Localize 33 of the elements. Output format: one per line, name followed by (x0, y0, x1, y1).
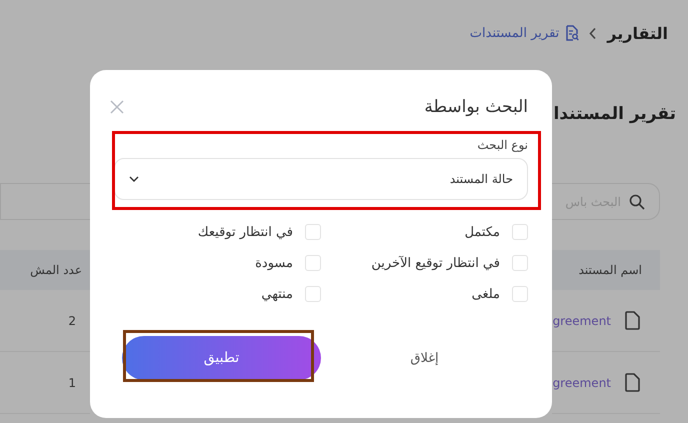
checkbox[interactable] (305, 286, 321, 302)
column-header: عدد المش (30, 263, 82, 277)
document-link[interactable]: greement (552, 376, 611, 390)
select-field[interactable]: حالة المستند (114, 158, 528, 200)
search-icon (629, 194, 645, 210)
chevron-down-icon (129, 176, 139, 182)
breadcrumb-current[interactable]: تقرير المستندات (470, 26, 560, 40)
apply-button[interactable]: تطبيق (122, 336, 321, 380)
column-header: اسم المستند (578, 263, 642, 277)
checkbox[interactable] (512, 224, 528, 240)
dialog-title: البحث بواسطة (424, 97, 528, 117)
close-text-button[interactable]: إغلاق (321, 336, 528, 380)
checkbox[interactable] (305, 224, 321, 240)
breadcrumb-link[interactable]: التقارير (607, 24, 668, 42)
checkbox[interactable] (512, 286, 528, 302)
chevron-icon (589, 26, 598, 40)
file-icon (625, 373, 640, 392)
checkbox-label: مسودة (255, 256, 293, 270)
table-cell: 2 (68, 314, 76, 328)
checkbox-label: مكتمل (464, 224, 500, 240)
file-icon (625, 311, 640, 330)
checkbox-label: في انتظار توقيع الآخرين (371, 256, 500, 270)
document-link[interactable]: greement (552, 314, 611, 328)
document-search-icon (565, 25, 580, 41)
checkbox-label: منتهي (261, 286, 293, 302)
checkbox-label: في انتظار توقيعك (198, 224, 293, 240)
checkbox[interactable] (512, 255, 528, 271)
field-label: نوع البحث (477, 138, 528, 152)
checkbox[interactable] (305, 255, 321, 271)
close-button[interactable] (110, 100, 124, 114)
checkbox-label: ملغى (472, 286, 500, 302)
page-title: تقرير المستندا (552, 103, 677, 126)
table-cell: 1 (68, 376, 76, 390)
